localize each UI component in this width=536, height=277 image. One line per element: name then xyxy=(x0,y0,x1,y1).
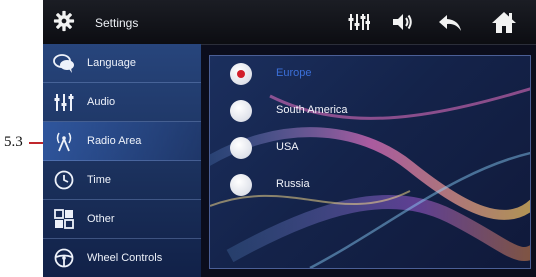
radio-option-label: USA xyxy=(276,141,299,153)
radio-option-label: South America xyxy=(276,104,348,116)
radio-area-panel: Europe South America USA Russia xyxy=(209,55,531,269)
radio-button[interactable] xyxy=(230,100,252,122)
radio-option-south-america[interactable]: South America xyxy=(230,100,490,122)
sidebar-item-audio[interactable]: Audio xyxy=(43,83,201,122)
radio-button[interactable] xyxy=(230,174,252,196)
gear-icon[interactable] xyxy=(53,10,75,32)
sidebar-item-label: Audio xyxy=(87,96,116,108)
page-title: Settings xyxy=(95,16,139,30)
radio-selected-dot xyxy=(237,70,245,78)
sidebar-item-time[interactable]: Time xyxy=(43,161,201,200)
speech-bubble-icon xyxy=(53,54,74,73)
background-swirl xyxy=(210,87,530,268)
sidebar-item-other[interactable]: Other xyxy=(43,200,201,239)
callout-label: 5.3 xyxy=(4,134,23,150)
antenna-icon xyxy=(56,132,72,152)
header-bar: Settings xyxy=(43,0,536,45)
back-arrow-icon[interactable] xyxy=(437,13,463,33)
sidebar-item-wheel-controls[interactable]: Wheel Controls xyxy=(43,239,201,277)
equalizer-icon[interactable] xyxy=(348,12,370,32)
radio-option-label: Russia xyxy=(276,178,310,190)
radio-button[interactable] xyxy=(230,137,252,159)
radio-option-label: Europe xyxy=(276,67,312,79)
volume-icon[interactable] xyxy=(391,11,413,33)
radio-button-selected[interactable] xyxy=(230,63,252,85)
sidebar-item-label: Time xyxy=(87,174,112,186)
sidebar: Language Audio Radio Area Time Other Whe… xyxy=(43,44,201,277)
grid-icon xyxy=(54,209,74,229)
radio-option-russia[interactable]: Russia xyxy=(230,174,490,196)
clock-icon xyxy=(54,170,74,190)
radio-option-europe[interactable]: Europe xyxy=(230,63,490,85)
sidebar-item-radio-area[interactable]: Radio Area xyxy=(43,122,201,161)
radio-option-usa[interactable]: USA xyxy=(230,137,490,159)
sidebar-item-label: Radio Area xyxy=(87,135,142,147)
head-unit-screen: Settings Language Audio Radio Area Time … xyxy=(43,0,536,277)
home-icon[interactable] xyxy=(491,10,517,34)
sidebar-item-language[interactable]: Language xyxy=(43,44,201,83)
steering-wheel-icon xyxy=(54,248,74,268)
sidebar-item-label: Language xyxy=(87,57,136,69)
sidebar-item-label: Wheel Controls xyxy=(87,252,163,264)
sidebar-item-label: Other xyxy=(87,213,115,225)
equalizer-icon xyxy=(54,94,74,111)
